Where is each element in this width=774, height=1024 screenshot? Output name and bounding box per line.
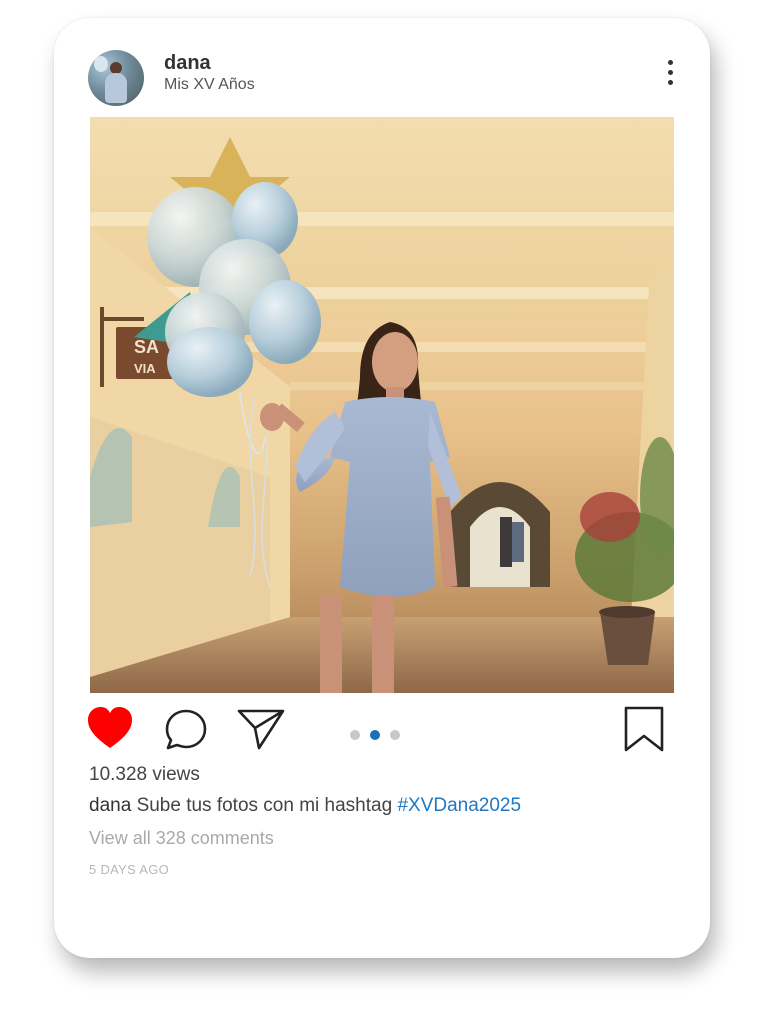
post-photo-illustration: SA VIA <box>90 117 674 693</box>
post-timestamp: 5 DAYS AGO <box>89 862 170 877</box>
post-actions <box>54 706 710 756</box>
carousel-dot[interactable] <box>390 730 400 740</box>
caption-hashtag[interactable]: #XVDana2025 <box>397 795 521 816</box>
comment-icon[interactable] <box>164 708 208 750</box>
post-username[interactable]: dana <box>164 52 211 75</box>
sign-line-2: VIA <box>134 361 156 376</box>
post-caption: dana Sube tus fotos con mi hashtag #XVDa… <box>89 795 521 817</box>
carousel-indicator <box>350 727 410 740</box>
bookmark-icon[interactable] <box>622 706 666 752</box>
caption-username[interactable]: dana <box>89 795 131 816</box>
view-comments-link[interactable]: View all 328 comments <box>89 828 274 849</box>
avatar-balloon <box>94 56 108 72</box>
avatar-figure-body <box>105 73 127 103</box>
caption-text: Sube tus fotos con mi hashtag <box>136 795 393 816</box>
avatar[interactable] <box>88 50 144 106</box>
post-card: dana Mis XV Años SA VIA 10.328 views dan… <box>54 18 710 958</box>
post-photo[interactable]: SA VIA <box>90 117 674 693</box>
send-icon[interactable] <box>236 708 286 750</box>
view-count: 10.328 views <box>89 764 200 785</box>
heart-icon[interactable] <box>86 706 134 750</box>
carousel-dot[interactable] <box>350 730 360 740</box>
more-vertical-icon[interactable] <box>660 60 680 90</box>
post-subtitle: Mis XV Años <box>164 76 255 93</box>
carousel-dot-active[interactable] <box>370 730 380 740</box>
